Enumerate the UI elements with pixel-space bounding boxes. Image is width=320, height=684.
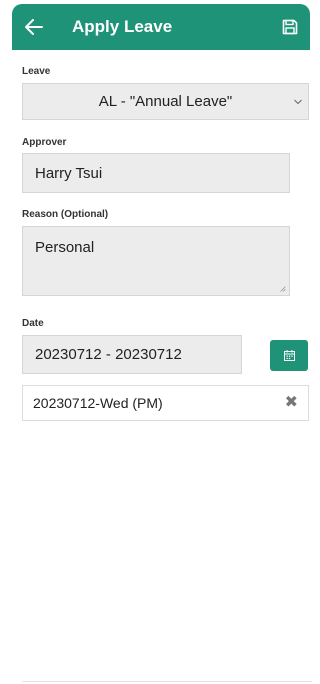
leave-day-label: 20230712-Wed (PM) [33,395,163,411]
page-title: Apply Leave [72,17,173,36]
reason-textarea[interactable]: Personal [22,226,290,296]
arrow-left-icon [25,19,43,35]
leave-day-item: 20230712-Wed (PM) ✖ [22,385,309,421]
calendar-button[interactable] [270,340,308,371]
reason-value: Personal [35,239,95,256]
divider [22,681,312,682]
app-bar: Apply Leave [12,4,310,50]
calendar-icon [283,350,295,361]
leave-select-value: AL - "Annual Leave" [98,93,233,110]
leave-select[interactable]: AL - "Annual Leave" [22,83,309,120]
date-range-field[interactable]: 20230712 - 20230712 [22,335,242,374]
approver-label: Approver [22,137,67,148]
leave-label: Leave [22,66,51,77]
close-icon[interactable]: ✖ [285,395,298,411]
save-button[interactable] [274,4,306,50]
approver-value: Harry Tsui [35,164,103,182]
back-button[interactable] [12,4,56,50]
approver-field[interactable]: Harry Tsui [22,153,290,193]
floppy-disk-icon [282,19,298,35]
resize-handle-icon[interactable] [280,286,286,292]
date-label: Date [22,318,44,329]
date-range-value: 20230712 - 20230712 [35,346,182,363]
reason-label: Reason (Optional) [22,209,109,220]
chevron-down-icon [294,99,302,104]
